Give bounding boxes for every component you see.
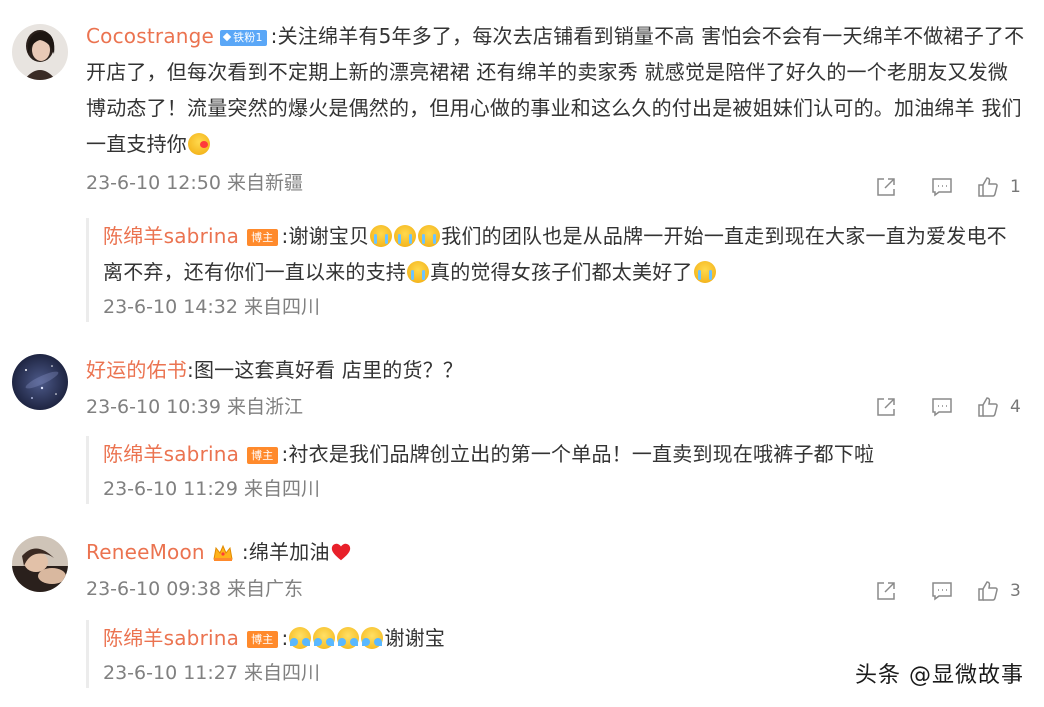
share-icon xyxy=(877,398,895,416)
cry-emoji-icon xyxy=(394,225,417,247)
comment-button[interactable] xyxy=(914,172,970,202)
tearful-emoji-icon xyxy=(313,627,336,649)
comment-button[interactable] xyxy=(914,576,970,606)
crown-icon xyxy=(213,544,233,561)
like-count: 4 xyxy=(1010,397,1021,417)
cry-emoji-icon xyxy=(407,261,429,283)
comment-text: ReneeMoon :绵羊加油 xyxy=(86,534,1026,570)
tearful-emoji-icon xyxy=(289,627,312,649)
avatar[interactable] xyxy=(12,24,68,80)
comment-button[interactable] xyxy=(914,392,970,422)
reply-body-c: 真的觉得女孩子们都太美好了 xyxy=(430,260,693,284)
comment-icon xyxy=(932,178,952,197)
comment-actions: 3 xyxy=(858,576,1022,606)
comment-icon xyxy=(932,398,952,417)
like-icon xyxy=(978,177,998,197)
comment-actions: 4 xyxy=(858,392,1022,422)
cry-emoji-icon xyxy=(370,225,393,247)
tearful-emoji-icon xyxy=(337,627,360,649)
reply-meta: 23-6-10 14:32 来自四川 xyxy=(103,296,320,318)
diamond-icon xyxy=(222,32,232,42)
like-button[interactable]: 1 xyxy=(976,172,1022,202)
like-count: 3 xyxy=(1010,581,1021,601)
comment-username[interactable]: Cocostrange xyxy=(86,24,214,48)
like-icon xyxy=(978,581,998,601)
share-button[interactable] xyxy=(858,576,914,606)
reply-username[interactable]: 陈绵羊sabrina xyxy=(103,224,239,248)
avatar[interactable] xyxy=(12,354,68,410)
heart-icon xyxy=(331,543,350,561)
reply-username[interactable]: 陈绵羊sabrina xyxy=(103,442,239,466)
avatar[interactable] xyxy=(12,536,68,592)
reply-body-a: :谢谢宝贝 xyxy=(281,224,370,248)
comment-username[interactable]: 好运的佑书 xyxy=(86,358,187,382)
share-icon xyxy=(877,178,895,196)
reply-username[interactable]: 陈绵羊sabrina xyxy=(103,626,239,650)
watermark: 头条 @显微故事 xyxy=(855,663,1024,688)
comment-text: Cocostrange 铁粉1:关注绵羊有5年多了，每次去店铺看到销量不高 害怕会… xyxy=(86,18,1026,162)
comment-text: 好运的佑书:图一这套真好看 店里的货？？ xyxy=(86,352,1026,388)
cry-emoji-icon xyxy=(693,261,716,283)
like-count: 1 xyxy=(1010,177,1021,197)
comment-body: :图一这套真好看 店里的货？？ xyxy=(187,358,464,382)
fan-badge[interactable]: 铁粉1 xyxy=(220,30,267,46)
like-button[interactable]: 4 xyxy=(976,392,1022,422)
host-badge: 博主 xyxy=(247,631,278,648)
share-button[interactable] xyxy=(858,392,914,422)
reply-item: 陈绵羊sabrina 博主:谢谢宝贝 我们的团队也是从品牌一开始一直走到现在大家一直… xyxy=(86,218,1023,322)
share-icon xyxy=(877,582,895,600)
tearful-emoji-icon xyxy=(361,627,384,649)
reply-item: 陈绵羊sabrina 博主:衬衣是我们品牌创立出的第一个单品！一直卖到现在哦裤子都… xyxy=(86,436,1023,504)
like-button[interactable]: 3 xyxy=(976,576,1022,606)
host-badge: 博主 xyxy=(247,229,278,246)
reply-text: 陈绵羊sabrina 博主: 谢谢宝 xyxy=(103,620,1023,656)
reply-body: :衬衣是我们品牌创立出的第一个单品！一直卖到现在哦裤子都下啦 xyxy=(281,442,875,466)
comment-actions: 1 xyxy=(858,172,1022,202)
comment-icon xyxy=(932,582,952,601)
comment-username[interactable]: ReneeMoon xyxy=(86,540,205,564)
reply-text: 陈绵羊sabrina 博主:谢谢宝贝 我们的团队也是从品牌一开始一直走到现在大家一直… xyxy=(103,218,1023,290)
reply-meta: 23-6-10 11:29 来自四川 xyxy=(103,478,320,500)
comment-body: :绵羊加油 xyxy=(241,540,330,564)
cry-emoji-icon xyxy=(418,225,441,247)
share-button[interactable] xyxy=(858,172,914,202)
fan-badge-label: 铁粉1 xyxy=(233,31,263,44)
host-badge: 博主 xyxy=(247,447,278,464)
like-icon xyxy=(978,397,998,417)
kiss-emoji-icon xyxy=(188,133,210,155)
reply-body-b: 谢谢宝 xyxy=(384,626,446,650)
reply-text: 陈绵羊sabrina 博主:衬衣是我们品牌创立出的第一个单品！一直卖到现在哦裤子都… xyxy=(103,436,1023,472)
reply-body-a: : xyxy=(281,626,289,650)
